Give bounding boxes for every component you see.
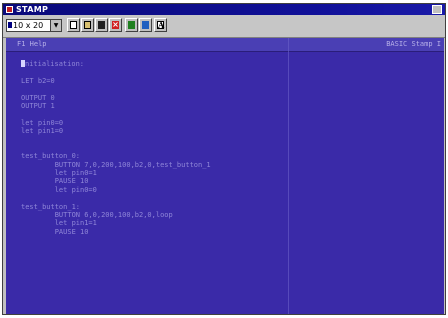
code-line[interactable]: let pin1=0 <box>21 127 441 135</box>
code-line[interactable]: let pin0=0 <box>21 119 441 127</box>
stamp-mode-label: BASIC Stamp I <box>386 40 441 48</box>
code-line[interactable] <box>21 194 441 202</box>
font-size-value: 10 x 20 <box>13 21 44 30</box>
save-file-button[interactable] <box>95 18 108 32</box>
code-line[interactable]: let pin1=1 <box>21 219 441 227</box>
chevron-down-icon[interactable]: ▼ <box>50 20 61 31</box>
save-icon <box>98 21 105 29</box>
new-file-icon <box>70 21 77 29</box>
font-icon: A <box>157 20 165 30</box>
identify-button[interactable] <box>139 18 152 32</box>
code-line[interactable]: BUTTON 7,0,200,100,b2,0,test_button_1 <box>21 161 441 169</box>
open-folder-icon <box>84 21 91 29</box>
code-line[interactable]: test_button_0: <box>21 152 441 160</box>
font-button[interactable]: A <box>154 18 167 32</box>
code-line[interactable] <box>21 110 441 118</box>
code-editor[interactable]: F1 Help BASIC Stamp I nitialisation: LET … <box>6 38 444 314</box>
text-cursor <box>21 60 25 67</box>
window-control-button[interactable] <box>432 5 442 14</box>
new-file-button[interactable] <box>67 18 80 32</box>
code-line[interactable]: nitialisation: <box>21 60 441 68</box>
run-icon <box>128 21 135 29</box>
code-line[interactable] <box>21 144 441 152</box>
toolbar: 10 x 20 ▼ × A <box>3 15 445 38</box>
code-line[interactable]: PAUSE 10 <box>21 228 441 236</box>
identify-icon <box>142 21 149 29</box>
title-bar[interactable]: STAMP <box>3 4 445 15</box>
code-line[interactable]: OUTPUT 1 <box>21 102 441 110</box>
code-line[interactable]: let pin0=1 <box>21 169 441 177</box>
stamp-editor-window: STAMP 10 x 20 ▼ × A F1 Help BASIC Stamp … <box>2 3 446 315</box>
code-line[interactable] <box>21 85 441 93</box>
code-line[interactable]: LET b2=0 <box>21 77 441 85</box>
code-line[interactable]: PAUSE 10 <box>21 177 441 185</box>
close-file-button[interactable]: × <box>109 18 122 32</box>
app-icon <box>6 6 13 13</box>
run-button[interactable] <box>125 18 138 32</box>
font-size-select[interactable]: 10 x 20 ▼ <box>6 19 62 32</box>
code-line[interactable]: let pin0=0 <box>21 186 441 194</box>
code-line[interactable]: OUTPUT 0 <box>21 94 441 102</box>
code-line[interactable]: BUTTON 6,0,200,100,b2,0,loop <box>21 211 441 219</box>
font-size-icon <box>8 22 12 28</box>
code-line[interactable] <box>21 136 441 144</box>
close-icon: × <box>112 20 119 29</box>
window-title: STAMP <box>16 5 49 14</box>
editor-status-header: F1 Help BASIC Stamp I <box>6 38 444 52</box>
help-hint[interactable]: F1 Help <box>17 39 47 50</box>
code-line[interactable] <box>21 68 441 76</box>
code-line[interactable]: test_button_1: <box>21 203 441 211</box>
open-file-button[interactable] <box>81 18 94 32</box>
source-code[interactable]: nitialisation: LET b2=0 OUTPUT 0 OUTPUT 1 le… <box>21 60 441 236</box>
